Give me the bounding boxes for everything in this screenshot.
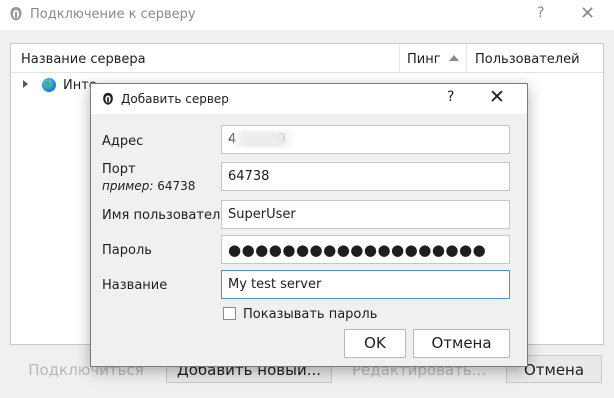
window-title: Подключение к серверу [30,7,196,22]
ok-button[interactable]: OK [344,329,406,358]
close-icon[interactable]: ✕ [580,3,595,24]
column-header-server-name[interactable]: Название сервера [21,52,146,67]
port-example-prefix: пример: [102,179,154,193]
password-label: Пароль [102,243,152,258]
title-bar: Подключение к серверу ? ✕ [0,0,614,30]
show-password-checkbox[interactable] [223,307,236,320]
port-example-value: 64738 [157,179,196,193]
port-example-hint: пример: 64738 [102,179,195,193]
mumble-icon [10,7,22,21]
close-icon[interactable]: ✕ [489,86,505,108]
list-header: Название сервера Пинг Пользователей [11,44,603,73]
add-server-dialog: Добавить сервер ? ✕ Адрес Порт пример: 6… [90,83,528,367]
help-icon[interactable]: ? [537,5,544,21]
column-header-ping[interactable]: Пинг [407,52,441,67]
address-label: Адрес [102,134,144,149]
expand-arrow-icon[interactable] [23,80,28,88]
name-label: Название [102,278,168,293]
username-label: Имя пользователя [102,208,229,223]
port-input[interactable] [221,162,510,191]
dialog-cancel-button[interactable]: Отмена [413,329,510,358]
show-password-label[interactable]: Показывать пароль [243,307,377,322]
dialog-title: Добавить сервер [121,92,229,106]
username-input[interactable] [221,200,510,229]
password-input[interactable] [221,235,510,264]
help-icon[interactable]: ? [447,89,454,105]
dialog-title-bar: Добавить сервер ? ✕ [91,84,527,114]
column-divider [466,44,467,72]
column-header-users[interactable]: Пользователей [475,52,580,67]
sort-ascending-icon [449,55,459,61]
server-name-input[interactable] [221,270,510,299]
mumble-icon [103,92,113,105]
column-divider [399,44,400,72]
globe-icon [42,78,56,92]
port-label: Порт [102,162,136,177]
redaction-blur [231,131,295,147]
